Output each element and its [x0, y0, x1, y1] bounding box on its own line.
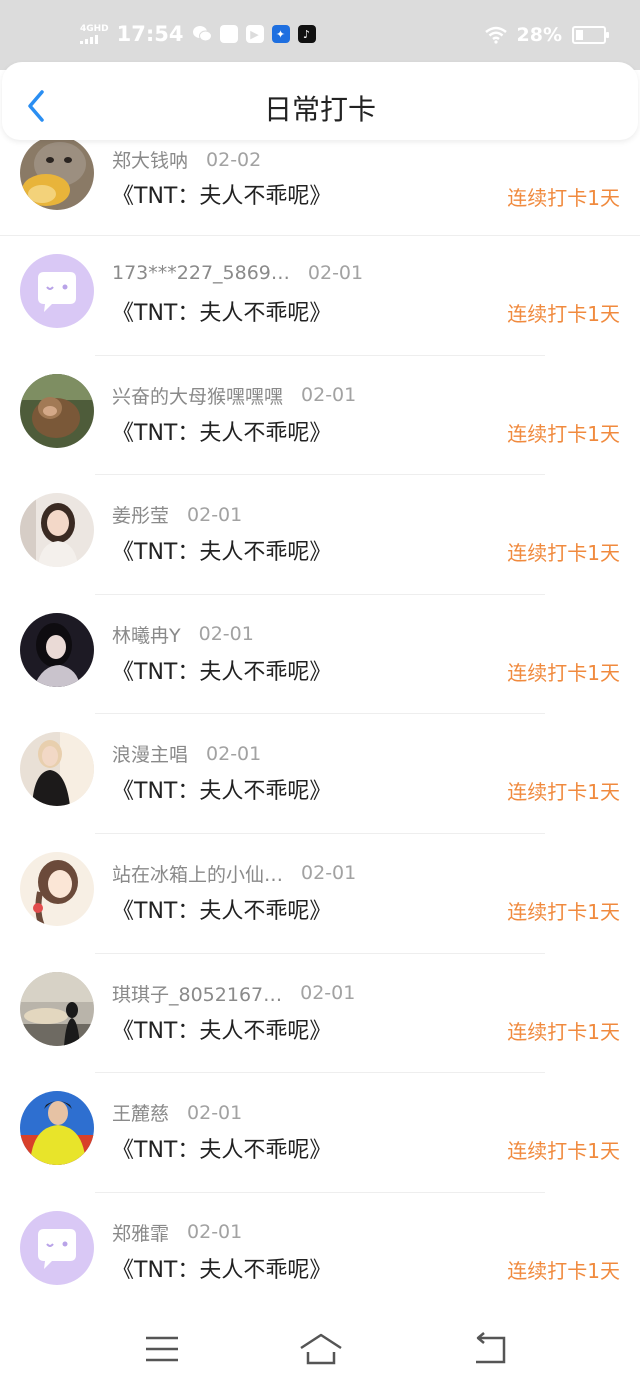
streak-label: 连续打卡1天: [507, 1019, 620, 1044]
top-app-bar: 日常打卡: [2, 62, 638, 140]
checkin-row[interactable]: 郑雅霏 02-01 《TNT：夫人不乖呢》 连续打卡1天: [0, 1193, 640, 1310]
checkin-date: 02-01: [300, 982, 356, 1005]
book-title: 《TNT：夫人不乖呢》: [112, 1138, 332, 1164]
status-right: 28%: [484, 24, 609, 46]
checkin-row[interactable]: 站在冰箱上的小仙… 02-01 《TNT：夫人不乖呢》 连续打卡1天: [0, 834, 640, 954]
bluebird-app-icon: ✦: [271, 25, 290, 43]
tiktok-icon: ♪: [297, 25, 316, 43]
user-name[interactable]: 姜彤莹: [112, 501, 169, 528]
user-avatar[interactable]: [20, 254, 94, 328]
user-avatar[interactable]: [20, 373, 94, 448]
user-name[interactable]: 琪琪子_8052167…: [112, 980, 282, 1007]
row-meta: 站在冰箱上的小仙… 02-01: [112, 860, 356, 887]
row-meta: 173***227_5869… 02-01: [112, 262, 363, 284]
book-title: 《TNT：夫人不乖呢》: [112, 540, 332, 566]
user-name[interactable]: 王麓慈: [112, 1099, 169, 1126]
row-meta: 浪漫主唱 02-01: [112, 740, 261, 767]
streak-label: 连续打卡1天: [507, 186, 620, 210]
checkin-date: 02-01: [307, 262, 364, 284]
book-title: 《TNT：夫人不乖呢》: [112, 659, 332, 685]
row-meta: 郑雅霏 02-01: [112, 1219, 242, 1246]
app-notification-icon: [219, 25, 238, 43]
book-title: 《TNT：夫人不乖呢》: [112, 1018, 332, 1044]
wifi-icon: [484, 26, 507, 44]
book-title: 《TNT：夫人不乖呢》: [112, 1257, 332, 1283]
checkin-date: 02-01: [187, 503, 243, 526]
user-avatar[interactable]: [20, 851, 94, 926]
status-bar: 4GHD 17:54 ▶ ✦ ♪ 28%: [0, 0, 640, 70]
play-app-icon: ▶: [245, 25, 264, 43]
user-name[interactable]: 浪漫主唱: [112, 740, 188, 767]
wechat-icon: [192, 26, 212, 42]
checkin-row[interactable]: 林曦冉Y 02-01 《TNT：夫人不乖呢》 连续打卡1天: [0, 595, 640, 715]
streak-label: 连续打卡1天: [507, 660, 620, 685]
home-icon[interactable]: [298, 1332, 344, 1366]
user-name[interactable]: 站在冰箱上的小仙…: [112, 860, 283, 887]
checkin-date: 02-01: [198, 623, 254, 646]
checkin-date: 02-01: [187, 1221, 243, 1244]
signal-bars-icon: [80, 34, 109, 44]
checkin-row[interactable]: 琪琪子_8052167… 02-01 《TNT：夫人不乖呢》 连续打卡1天: [0, 954, 640, 1074]
row-meta: 王麓慈 02-01: [112, 1099, 242, 1126]
checkin-row[interactable]: 兴奋的大母猴嘿嘿嘿 02-01 《TNT：夫人不乖呢》 连续打卡1天: [0, 356, 640, 476]
streak-label: 连续打卡1天: [507, 1258, 620, 1283]
user-name[interactable]: 173***227_5869…: [112, 262, 290, 284]
row-meta: 琪琪子_8052167… 02-01: [112, 980, 355, 1007]
user-avatar[interactable]: [20, 1210, 94, 1285]
status-time: 17:54: [116, 22, 184, 46]
page-title: 日常打卡: [263, 93, 376, 126]
user-name[interactable]: 林曦冉Y: [112, 621, 181, 648]
checkin-date: 02-02: [206, 148, 262, 171]
checkin-row[interactable]: 郑大钱呐 02-02 《TNT：夫人不乖呢》 连续打卡1天: [0, 140, 640, 236]
row-meta: 姜彤莹 02-01: [112, 501, 242, 528]
book-title: 《TNT：夫人不乖呢》: [112, 184, 332, 209]
battery-icon: [572, 26, 609, 44]
menu-icon[interactable]: [142, 1332, 182, 1366]
user-name[interactable]: 郑大钱呐: [112, 146, 188, 173]
book-title: 《TNT：夫人不乖呢》: [112, 420, 332, 446]
user-avatar[interactable]: [20, 493, 94, 568]
streak-label: 连续打卡1天: [507, 302, 620, 326]
status-left: 4GHD 17:54 ▶ ✦ ♪: [80, 22, 316, 46]
network-indicator: 4GHD: [80, 24, 109, 44]
book-title: 《TNT：夫人不乖呢》: [112, 898, 332, 924]
row-meta: 林曦冉Y 02-01: [112, 621, 254, 648]
checkin-date: 02-01: [187, 1101, 243, 1124]
streak-label: 连续打卡1天: [507, 899, 620, 924]
user-avatar[interactable]: [20, 1091, 94, 1166]
streak-label: 连续打卡1天: [507, 421, 620, 446]
streak-label: 连续打卡1天: [507, 1139, 620, 1164]
user-avatar[interactable]: [20, 612, 94, 687]
user-name[interactable]: 郑雅霏: [112, 1219, 169, 1246]
checkin-list[interactable]: 郑大钱呐 02-02 《TNT：夫人不乖呢》 连续打卡1天 173***227_5869…: [0, 140, 640, 1310]
checkin-row[interactable]: 浪漫主唱 02-01 《TNT：夫人不乖呢》 连续打卡1天: [0, 714, 640, 834]
battery-percent: 28%: [516, 24, 562, 46]
checkin-row[interactable]: 姜彤莹 02-01 《TNT：夫人不乖呢》 连续打卡1天: [0, 475, 640, 595]
row-meta: 兴奋的大母猴嘿嘿嘿 02-01: [112, 382, 356, 409]
battery-level: [576, 30, 583, 40]
user-avatar[interactable]: [20, 732, 94, 807]
checkin-row[interactable]: 王麓慈 02-01 《TNT：夫人不乖呢》 连续打卡1天: [0, 1073, 640, 1193]
user-name[interactable]: 兴奋的大母猴嘿嘿嘿: [112, 382, 283, 409]
network-label: 4GHD: [80, 24, 109, 34]
row-meta: 郑大钱呐 02-02: [112, 146, 261, 173]
checkin-date: 02-01: [301, 384, 357, 407]
book-title: 《TNT：夫人不乖呢》: [112, 301, 332, 326]
user-avatar[interactable]: [20, 140, 94, 210]
checkin-date: 02-01: [206, 742, 262, 765]
streak-label: 连续打卡1天: [507, 780, 620, 805]
user-avatar[interactable]: [20, 971, 94, 1046]
checkin-row[interactable]: 173***227_5869… 02-01 《TNT：夫人不乖呢》 连续打卡1天: [0, 236, 640, 356]
system-navigation-bar: [0, 1312, 640, 1387]
back-nav-icon[interactable]: [470, 1332, 510, 1366]
streak-label: 连续打卡1天: [507, 541, 620, 566]
book-title: 《TNT：夫人不乖呢》: [112, 779, 332, 805]
checkin-date: 02-01: [301, 862, 357, 885]
